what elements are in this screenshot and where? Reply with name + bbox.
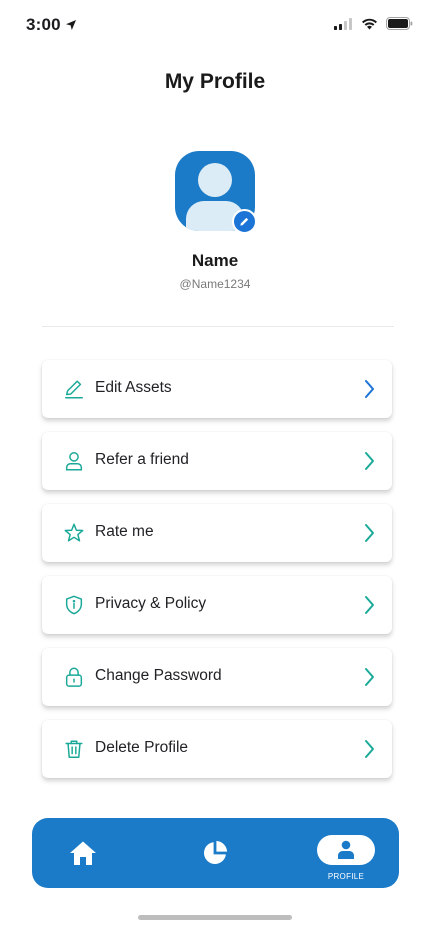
menu-item-edit-assets[interactable]: Edit Assets <box>42 360 392 418</box>
menu-item-label: Refer a friend <box>95 451 189 468</box>
battery-icon <box>386 17 413 30</box>
nav-profile-label: PROFILE <box>327 872 365 881</box>
star-icon <box>62 521 86 545</box>
divider <box>42 326 394 327</box>
pencil-icon <box>240 217 249 226</box>
trash-icon <box>62 737 86 761</box>
shield-icon <box>62 593 86 617</box>
menu-item-label: Delete Profile <box>95 739 189 756</box>
menu-item-rate-me[interactable]: Rate me <box>42 504 392 562</box>
edit-avatar-button[interactable] <box>232 209 257 234</box>
status-time: 3:00 <box>26 15 77 35</box>
chevron-right-icon <box>365 380 374 398</box>
menu-item-privacy-policy[interactable]: Privacy & Policy <box>42 576 392 634</box>
lock-icon <box>62 665 86 689</box>
edit-icon <box>62 377 86 401</box>
profile-name: Name <box>191 251 239 270</box>
chevron-right-icon <box>365 524 374 542</box>
chevron-right-icon <box>365 452 374 470</box>
home-indicator[interactable] <box>138 915 292 920</box>
status-bar: 3:00 <box>0 0 430 54</box>
profile-handle: @Name1234 <box>179 277 251 291</box>
user-icon <box>62 449 86 473</box>
status-icons <box>334 17 413 30</box>
chevron-right-icon <box>365 596 374 614</box>
home-icon[interactable] <box>69 840 97 866</box>
nav-profile-button[interactable] <box>317 835 375 865</box>
menu-item-label: Change Password <box>95 667 222 684</box>
menu-item-change-password[interactable]: Change Password <box>42 648 392 706</box>
menu-item-delete-profile[interactable]: Delete Profile <box>42 720 392 778</box>
profile-icon <box>338 840 354 859</box>
chevron-right-icon <box>365 740 374 758</box>
pie-chart-icon[interactable] <box>202 840 228 866</box>
bottom-nav: PROFILE <box>32 818 399 888</box>
menu-item-label: Edit Assets <box>95 379 172 396</box>
chevron-right-icon <box>365 668 374 686</box>
location-arrow-icon <box>65 20 76 30</box>
menu-item-label: Rate me <box>95 523 154 540</box>
status-time-text: 3:00 <box>26 15 61 34</box>
page-title: My Profile <box>164 70 266 93</box>
menu-item-refer-a-friend[interactable]: Refer a friend <box>42 432 392 490</box>
avatar-head <box>198 163 232 197</box>
menu-item-label: Privacy & Policy <box>95 595 207 612</box>
wifi-icon <box>362 18 377 29</box>
signal-icon <box>334 17 352 30</box>
